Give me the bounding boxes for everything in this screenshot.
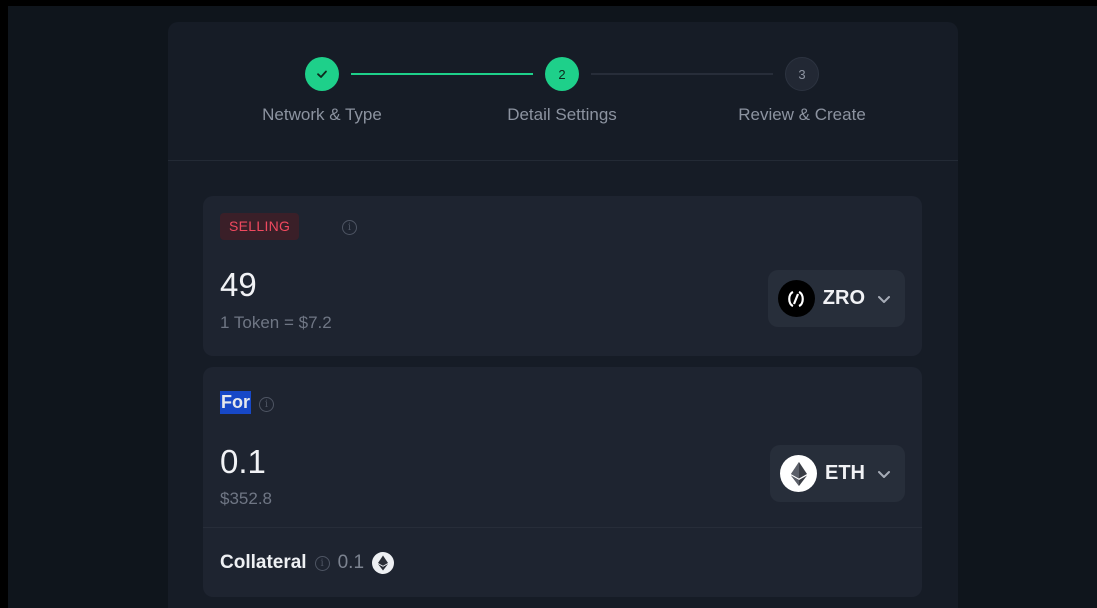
collateral-row: Collateral i 0.1 xyxy=(220,552,395,574)
step-3-indicator[interactable]: 3 xyxy=(785,57,819,91)
layerzero-logo-icon xyxy=(777,280,815,317)
info-icon[interactable]: i xyxy=(259,397,274,412)
step-connector-1 xyxy=(351,73,533,75)
selling-token-symbol: ZRO xyxy=(822,287,865,309)
selling-amount-input[interactable]: 49 xyxy=(220,266,257,304)
step-1-label: Network & Type xyxy=(262,105,382,124)
divider xyxy=(203,527,922,528)
info-icon[interactable]: i xyxy=(314,555,330,571)
for-usd-value: $352.8 xyxy=(220,489,272,508)
collateral-value: 0.1 xyxy=(337,552,365,573)
step-connector-2 xyxy=(591,73,773,75)
chevron-down-icon xyxy=(878,470,890,478)
selling-badge: SELLING xyxy=(220,213,300,240)
for-label: For xyxy=(220,391,251,414)
selling-card: SELLING i 49 1 Token = $7.2 ZRO xyxy=(203,196,922,356)
for-amount-input[interactable]: 0.1 xyxy=(220,443,266,481)
ethereum-logo-icon xyxy=(372,552,395,574)
create-order-panel: 2 3 Network & Type Detail Settings Revie… xyxy=(168,22,958,608)
collateral-label: Collateral xyxy=(220,552,307,573)
selling-token-selector[interactable]: ZRO xyxy=(767,270,905,327)
step-2-label: Detail Settings xyxy=(507,105,617,124)
step-3-label: Review & Create xyxy=(738,105,866,124)
stepper: 2 3 Network & Type Detail Settings Revie… xyxy=(168,22,958,161)
chevron-down-icon xyxy=(878,295,890,303)
for-token-symbol: ETH xyxy=(825,462,865,484)
for-card: For i 0.1 $352.8 ETH Collateral i 0.1 xyxy=(203,367,922,597)
info-icon[interactable]: i xyxy=(342,220,357,235)
step-2-indicator[interactable]: 2 xyxy=(545,57,579,91)
check-icon xyxy=(317,70,327,78)
for-token-selector[interactable]: ETH xyxy=(770,445,905,502)
step-1-complete-indicator[interactable] xyxy=(305,57,339,91)
ethereum-logo-icon xyxy=(780,455,817,492)
selling-token-rate: 1 Token = $7.2 xyxy=(220,313,332,332)
